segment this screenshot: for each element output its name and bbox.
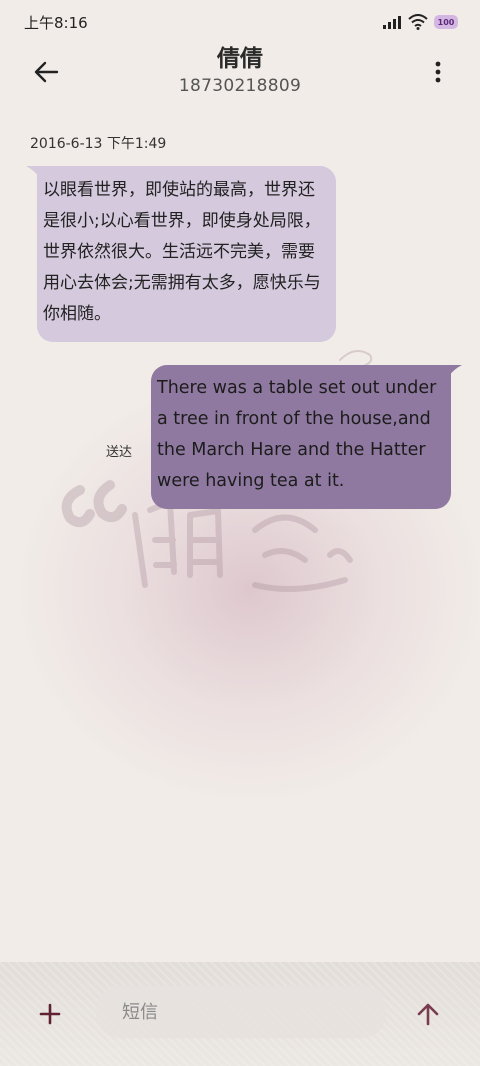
message-input[interactable] (96, 986, 386, 1038)
arrow-up-icon (417, 1003, 439, 1026)
incoming-message-text: 以眼看世界，即使站的最高，世界还是很小;以心看世界，即使身处局限，世界依然很大。… (43, 180, 321, 324)
status-icons: 100 (382, 14, 458, 30)
more-options-button[interactable] (426, 56, 450, 88)
battery-level: 100 (437, 17, 455, 27)
compose-bar (0, 962, 480, 1066)
wifi-icon (408, 14, 428, 30)
signal-icon (383, 16, 401, 29)
send-button[interactable] (410, 996, 446, 1032)
add-attachment-button[interactable] (32, 996, 68, 1032)
contact-phone: 18730218809 (178, 76, 302, 96)
contact-name: 倩倩 (217, 46, 263, 72)
more-vertical-icon (435, 61, 441, 83)
status-time: 上午8:16 (24, 13, 88, 32)
contact-info: 倩倩 18730218809 (0, 44, 480, 98)
outgoing-message-text: There was a table set out under a tree i… (157, 378, 437, 491)
conversation-header: 倩倩 18730218809 (0, 44, 480, 104)
outgoing-bubble-tail (448, 365, 462, 377)
plus-icon (39, 1003, 61, 1025)
battery-icon: 100 (434, 15, 458, 29)
status-bar: 上午8:16 100 (0, 0, 480, 44)
incoming-message-bubble[interactable]: 以眼看世界，即使站的最高，世界还是很小;以心看世界，即使身处局限，世界依然很大。… (37, 166, 336, 342)
message-timestamp: 2016-6-13 下午1:49 (30, 136, 167, 152)
outgoing-message-bubble[interactable]: There was a table set out under a tree i… (151, 365, 451, 509)
delivery-status: 送达 (106, 445, 133, 460)
